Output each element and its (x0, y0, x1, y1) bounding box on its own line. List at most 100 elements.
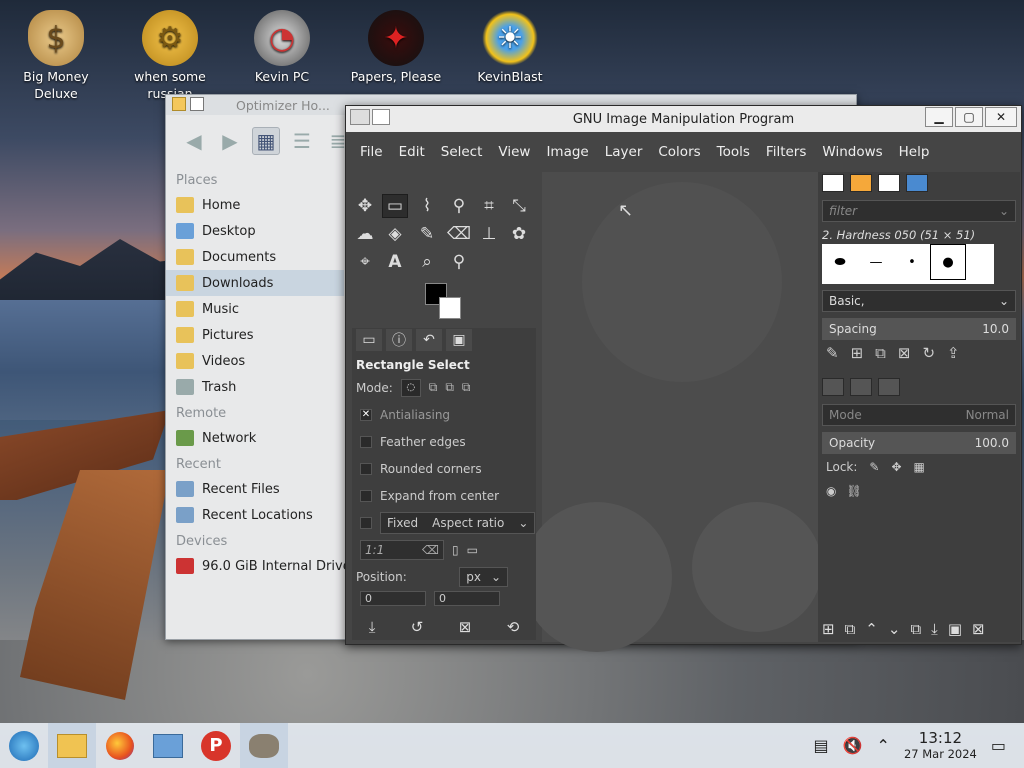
text-tool-icon[interactable]: A (382, 250, 408, 274)
fixed-checkbox[interactable] (360, 516, 372, 529)
menu-image[interactable]: Image (538, 144, 596, 160)
opacity-slider[interactable]: Opacity 100.0 (822, 432, 1016, 454)
antialiasing-row[interactable]: ✕ Antialiasing (352, 401, 536, 428)
sidebar-item-pictures[interactable]: Pictures (166, 322, 344, 348)
bucket-fill-icon[interactable]: ◈ (382, 222, 408, 246)
delete-layer-icon[interactable]: ⊠ (972, 620, 985, 638)
brush-filter-input[interactable]: filter ⌄ (822, 200, 1016, 222)
tab-device-status[interactable]: ⓘ (386, 329, 412, 351)
window-menu-icon[interactable] (190, 97, 204, 111)
menu-help[interactable]: Help (891, 144, 938, 160)
menu-view[interactable]: View (490, 144, 538, 160)
lock-position-icon[interactable]: ✥ (891, 460, 901, 474)
ratio-input[interactable]: 1:1 ⌫ (360, 539, 444, 560)
clipboard-icon[interactable]: ▤ (814, 736, 829, 755)
back-arrow-icon[interactable]: ◀ (180, 127, 208, 155)
position-y-input[interactable]: 0 (434, 590, 500, 606)
sidebar-item-videos[interactable]: Videos (166, 348, 344, 374)
chevron-up-icon[interactable]: ⌃ (877, 736, 890, 755)
tab-layers[interactable] (822, 378, 844, 396)
lock-pixels-icon[interactable]: ✎ (869, 460, 879, 474)
menu-filters[interactable]: Filters (758, 144, 814, 160)
desktop-icon-kevinblast[interactable]: ☀ KevinBlast (464, 4, 556, 85)
antialiasing-checkbox[interactable]: ✕ (360, 408, 372, 421)
menu-tools[interactable]: Tools (709, 144, 758, 160)
desktop-icon-papers-please[interactable]: ✦ Papers, Please (350, 4, 442, 85)
brush-thumbnail-selected[interactable]: ● (930, 244, 966, 280)
crop-tool-icon[interactable]: ⌗ (476, 194, 502, 218)
tab-patterns[interactable] (850, 174, 872, 192)
brush-preset-dropdown[interactable]: Basic, ⌄ (822, 290, 1016, 312)
sidebar-item-trash[interactable]: Trash (166, 374, 344, 400)
sidebar-item-network[interactable]: Network (166, 425, 344, 451)
new-brush-icon[interactable]: ⊞ (851, 344, 864, 362)
close-button[interactable]: ✕ (985, 107, 1017, 127)
background-color-swatch[interactable] (439, 297, 461, 319)
brush-grid[interactable]: ⬬ — • ● (822, 244, 994, 284)
clone-tool-icon[interactable]: ⊥ (476, 222, 502, 246)
tab-images[interactable]: ▣ (446, 329, 472, 351)
sidebar-item-home[interactable]: Home (166, 192, 344, 218)
tab-channels[interactable] (850, 378, 872, 396)
feather-checkbox[interactable] (360, 435, 372, 448)
desktop-icon-big-money[interactable]: $ Big Money Deluxe (10, 4, 102, 102)
volume-muted-icon[interactable]: 🔇 (843, 736, 863, 755)
menu-layer[interactable]: Layer (597, 144, 651, 160)
reset-options-icon[interactable]: ⟲ (507, 618, 520, 636)
taskbar-system-monitor[interactable] (144, 723, 192, 768)
icon-view-button[interactable]: ▦ (252, 127, 280, 155)
taskbar-file-manager[interactable] (48, 723, 96, 768)
portrait-icon[interactable]: ▯ (452, 543, 459, 557)
expand-row[interactable]: Expand from center (352, 482, 536, 509)
sidebar-item-recent-files[interactable]: Recent Files (166, 476, 344, 502)
sidebar-item-music[interactable]: Music (166, 296, 344, 322)
mode-add-button[interactable]: ⧉ (429, 380, 438, 395)
sidebar-item-internal-drive[interactable]: 96.0 GiB Internal Drive (166, 553, 351, 579)
tab-fonts[interactable] (878, 174, 900, 192)
tab-paths[interactable] (878, 378, 900, 396)
open-brush-icon[interactable]: ⇪ (947, 344, 960, 362)
tab-tool-options[interactable]: ▭ (356, 329, 382, 351)
mode-replace-button[interactable]: ◌ (400, 378, 421, 397)
mode-subtract-button[interactable]: ⧉ (445, 380, 454, 395)
menu-file[interactable]: File (352, 144, 391, 160)
color-picker-icon[interactable]: ⌕ (414, 250, 440, 274)
gimp-titlebar[interactable]: GNU Image Manipulation Program ▁ ▢ ✕ (346, 106, 1021, 132)
menu-colors[interactable]: Colors (650, 144, 708, 160)
brush-thumbnail[interactable]: ⬬ (822, 244, 858, 280)
mode-intersect-button[interactable]: ⧉ (462, 380, 471, 395)
edit-brush-icon[interactable]: ✎ (826, 344, 839, 362)
sidebar-item-downloads[interactable]: Downloads (166, 270, 344, 296)
chain-icon[interactable]: ⛓ (846, 484, 861, 498)
landscape-icon[interactable]: ▭ (467, 543, 478, 557)
move-tool-icon[interactable]: ✥ (352, 194, 378, 218)
eye-icon[interactable]: ◉ (826, 484, 836, 498)
menu-windows[interactable]: Windows (814, 144, 890, 160)
transform-tool-icon[interactable]: ⤡ (506, 194, 532, 218)
lasso-tool-icon[interactable]: ⌇ (414, 194, 440, 218)
image-canvas[interactable]: ↖ (522, 172, 822, 652)
tab-gradients[interactable] (906, 174, 928, 192)
gimp-window[interactable]: GNU Image Manipulation Program ▁ ▢ ✕ Fil… (345, 105, 1022, 652)
start-button[interactable] (0, 723, 48, 768)
position-unit-dropdown[interactable]: px ⌄ (459, 566, 508, 587)
fuzzy-select-tool-icon[interactable]: ⚲ (446, 194, 472, 218)
merge-layer-icon[interactable]: ⤓ (931, 620, 938, 638)
path-tool-icon[interactable]: ⌖ (352, 250, 378, 274)
rounded-row[interactable]: Rounded corners (352, 455, 536, 482)
feather-row[interactable]: Feather edges (352, 428, 536, 455)
position-x-input[interactable]: 0 (360, 590, 426, 606)
desktop-icon-russian[interactable]: ⚙ when some russian (124, 4, 216, 102)
tab-undo-history[interactable]: ↶ (416, 329, 442, 351)
restore-options-icon[interactable]: ↺ (411, 618, 424, 636)
duplicate-brush-icon[interactable]: ⧉ (875, 344, 886, 362)
menu-select[interactable]: Select (433, 144, 491, 160)
layer-mode-dropdown[interactable]: Mode Normal (822, 404, 1016, 426)
tab-brushes[interactable] (822, 174, 844, 192)
duplicate-layer-icon[interactable]: ⧉ (910, 620, 921, 638)
spacing-slider[interactable]: Spacing 10.0 (822, 318, 1016, 340)
mask-layer-icon[interactable]: ▣ (948, 620, 962, 638)
save-options-icon[interactable]: ⤓ (369, 618, 376, 636)
clock[interactable]: 13:12 27 Mar 2024 (904, 730, 977, 762)
fixed-row[interactable]: Fixed Aspect ratio ⌄ (352, 509, 536, 536)
